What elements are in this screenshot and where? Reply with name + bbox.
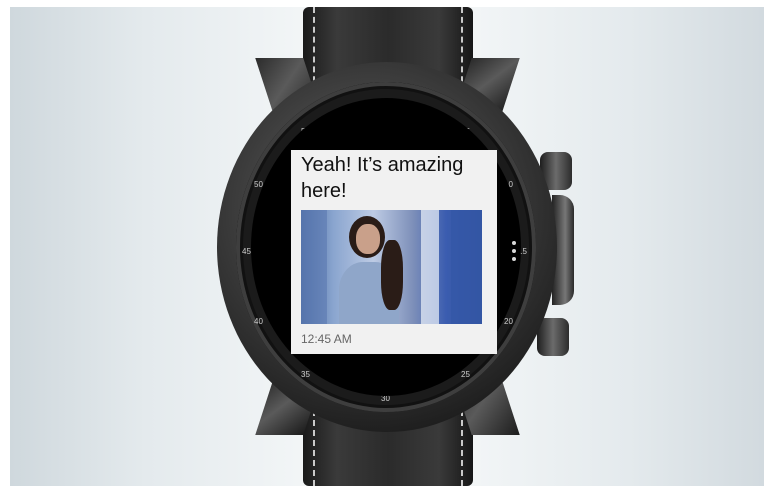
message-time: 12:45 AM (301, 332, 352, 346)
dot (512, 257, 516, 261)
photo-bg-detail (421, 210, 439, 324)
more-vertical-icon[interactable] (512, 241, 516, 265)
bezel-label: 35 (301, 370, 310, 379)
bezel-label: 25 (461, 370, 470, 379)
message-notification-card[interactable]: Yeah! It’s amazing here! 12:45 AM (291, 150, 497, 354)
dot (512, 241, 516, 245)
home-button[interactable] (537, 318, 569, 356)
photo-bg-detail (451, 210, 482, 324)
person-face (356, 224, 380, 254)
person-hair-long (381, 240, 403, 310)
bezel-label: 45 (242, 247, 251, 256)
photo-bg-detail (301, 210, 327, 324)
message-text: Yeah! It’s amazing here! (301, 154, 464, 202)
bezel-label: 20 (504, 317, 513, 326)
message-photo[interactable] (301, 210, 482, 324)
bezel-label: 40 (254, 317, 263, 326)
dot (512, 249, 516, 253)
